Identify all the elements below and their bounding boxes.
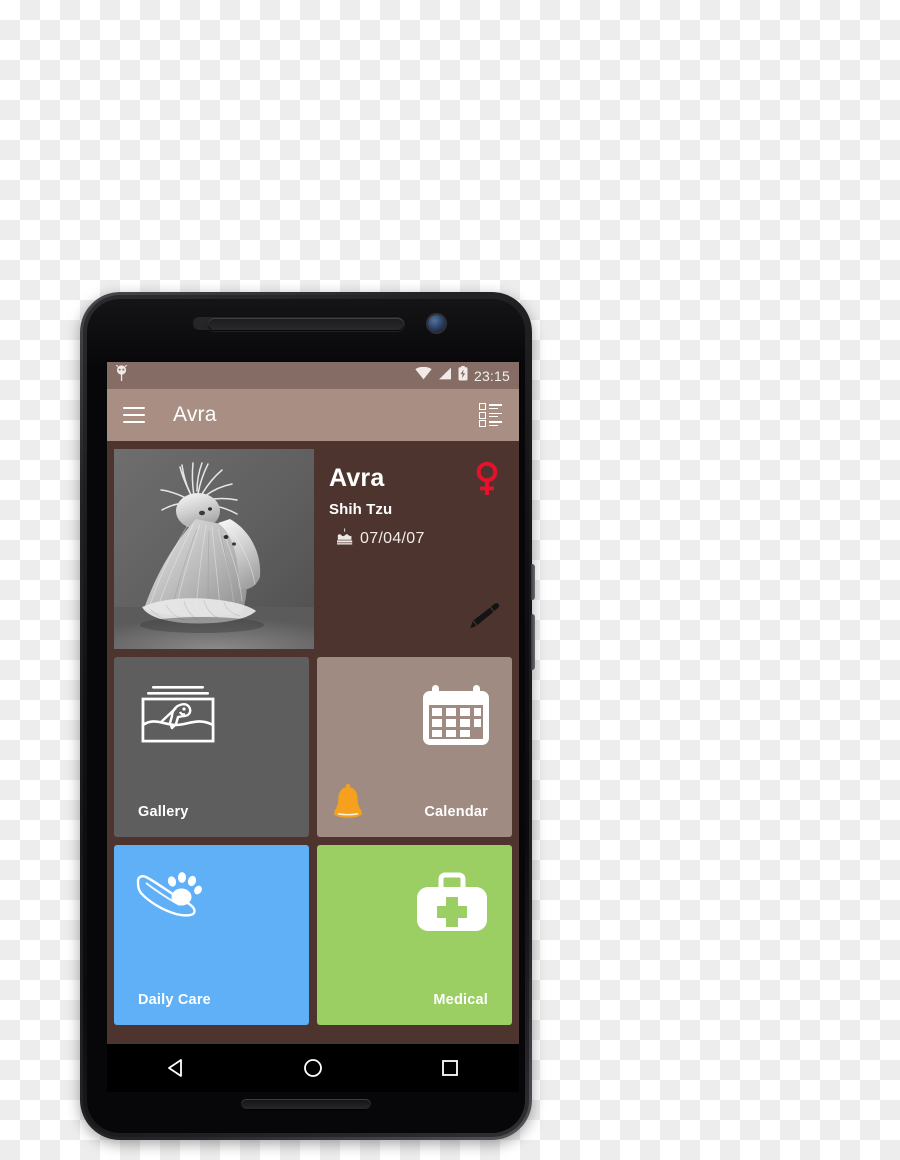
cellular-signal-icon [438,367,452,385]
pet-name: Avra [329,464,385,492]
status-bar: 23:15 [107,362,519,389]
volume-button[interactable] [531,614,535,670]
front-camera-icon [428,315,445,332]
pet-photo[interactable] [114,449,314,649]
phone-glass-panel: 23:15 Avra Avra Shih Tzu 07/04/07 Galler… [87,299,525,1133]
status-bar-indicators: 23:15 [415,365,510,386]
pet-birthday-value: 07/04/07 [360,529,425,547]
page-title: Avra [173,403,217,426]
tile-gallery[interactable]: Gallery [114,657,309,837]
birthday-cake-icon [336,528,353,550]
tile-medical[interactable]: Medical [317,845,512,1025]
checklist-icon[interactable] [479,402,505,428]
phone-screen: 23:15 Avra Avra Shih Tzu 07/04/07 Galler… [107,362,519,1092]
recents-square-icon[interactable] [427,1045,473,1091]
pet-info-panel: Avra Shih Tzu 07/04/07 [314,449,512,649]
pet-profile-card[interactable]: Avra Shih Tzu 07/04/07 [114,449,512,649]
tile-medical-label: Medical [433,992,488,1008]
android-navigation-bar [107,1044,519,1092]
photo-gallery-icon [136,683,220,756]
edit-pencil-icon[interactable] [468,600,500,637]
pet-birthday-row: 07/04/07 [329,528,498,550]
main-content: Avra Shih Tzu 07/04/07 Gallery Calendar … [107,441,519,1025]
back-triangle-icon[interactable] [153,1045,199,1091]
tile-calendar-label: Calendar [424,804,488,820]
shih-tzu-portrait-image [114,449,314,649]
android-notification-icon [115,363,128,387]
home-circle-icon[interactable] [290,1045,336,1091]
pet-breed: Shih Tzu [329,500,393,518]
hamburger-menu-icon[interactable] [123,407,145,423]
wifi-icon [415,366,432,385]
phone-device: 23:15 Avra Avra Shih Tzu 07/04/07 Galler… [80,292,535,1140]
earpiece-speaker [208,318,404,331]
tile-daily-care-label: Daily Care [138,992,211,1008]
status-bar-notifications [115,363,128,387]
app-bar: Avra [107,389,519,441]
tile-gallery-label: Gallery [138,804,189,820]
paw-care-icon [136,871,212,924]
calendar-icon [422,683,490,752]
screen-gloss [87,299,525,369]
tile-calendar[interactable]: Calendar [317,657,512,837]
bottom-speaker [241,1099,371,1110]
feature-tiles-grid: Gallery Calendar Daily Care Medical [114,657,512,1025]
female-gender-icon [474,461,500,502]
power-button[interactable] [531,564,535,600]
tile-daily-care[interactable]: Daily Care [114,845,309,1025]
bell-reminder-icon [331,784,365,825]
status-bar-clock: 23:15 [473,367,510,384]
medical-kit-icon [414,871,490,942]
app-bar-actions [479,402,505,428]
battery-charging-icon [458,365,468,386]
